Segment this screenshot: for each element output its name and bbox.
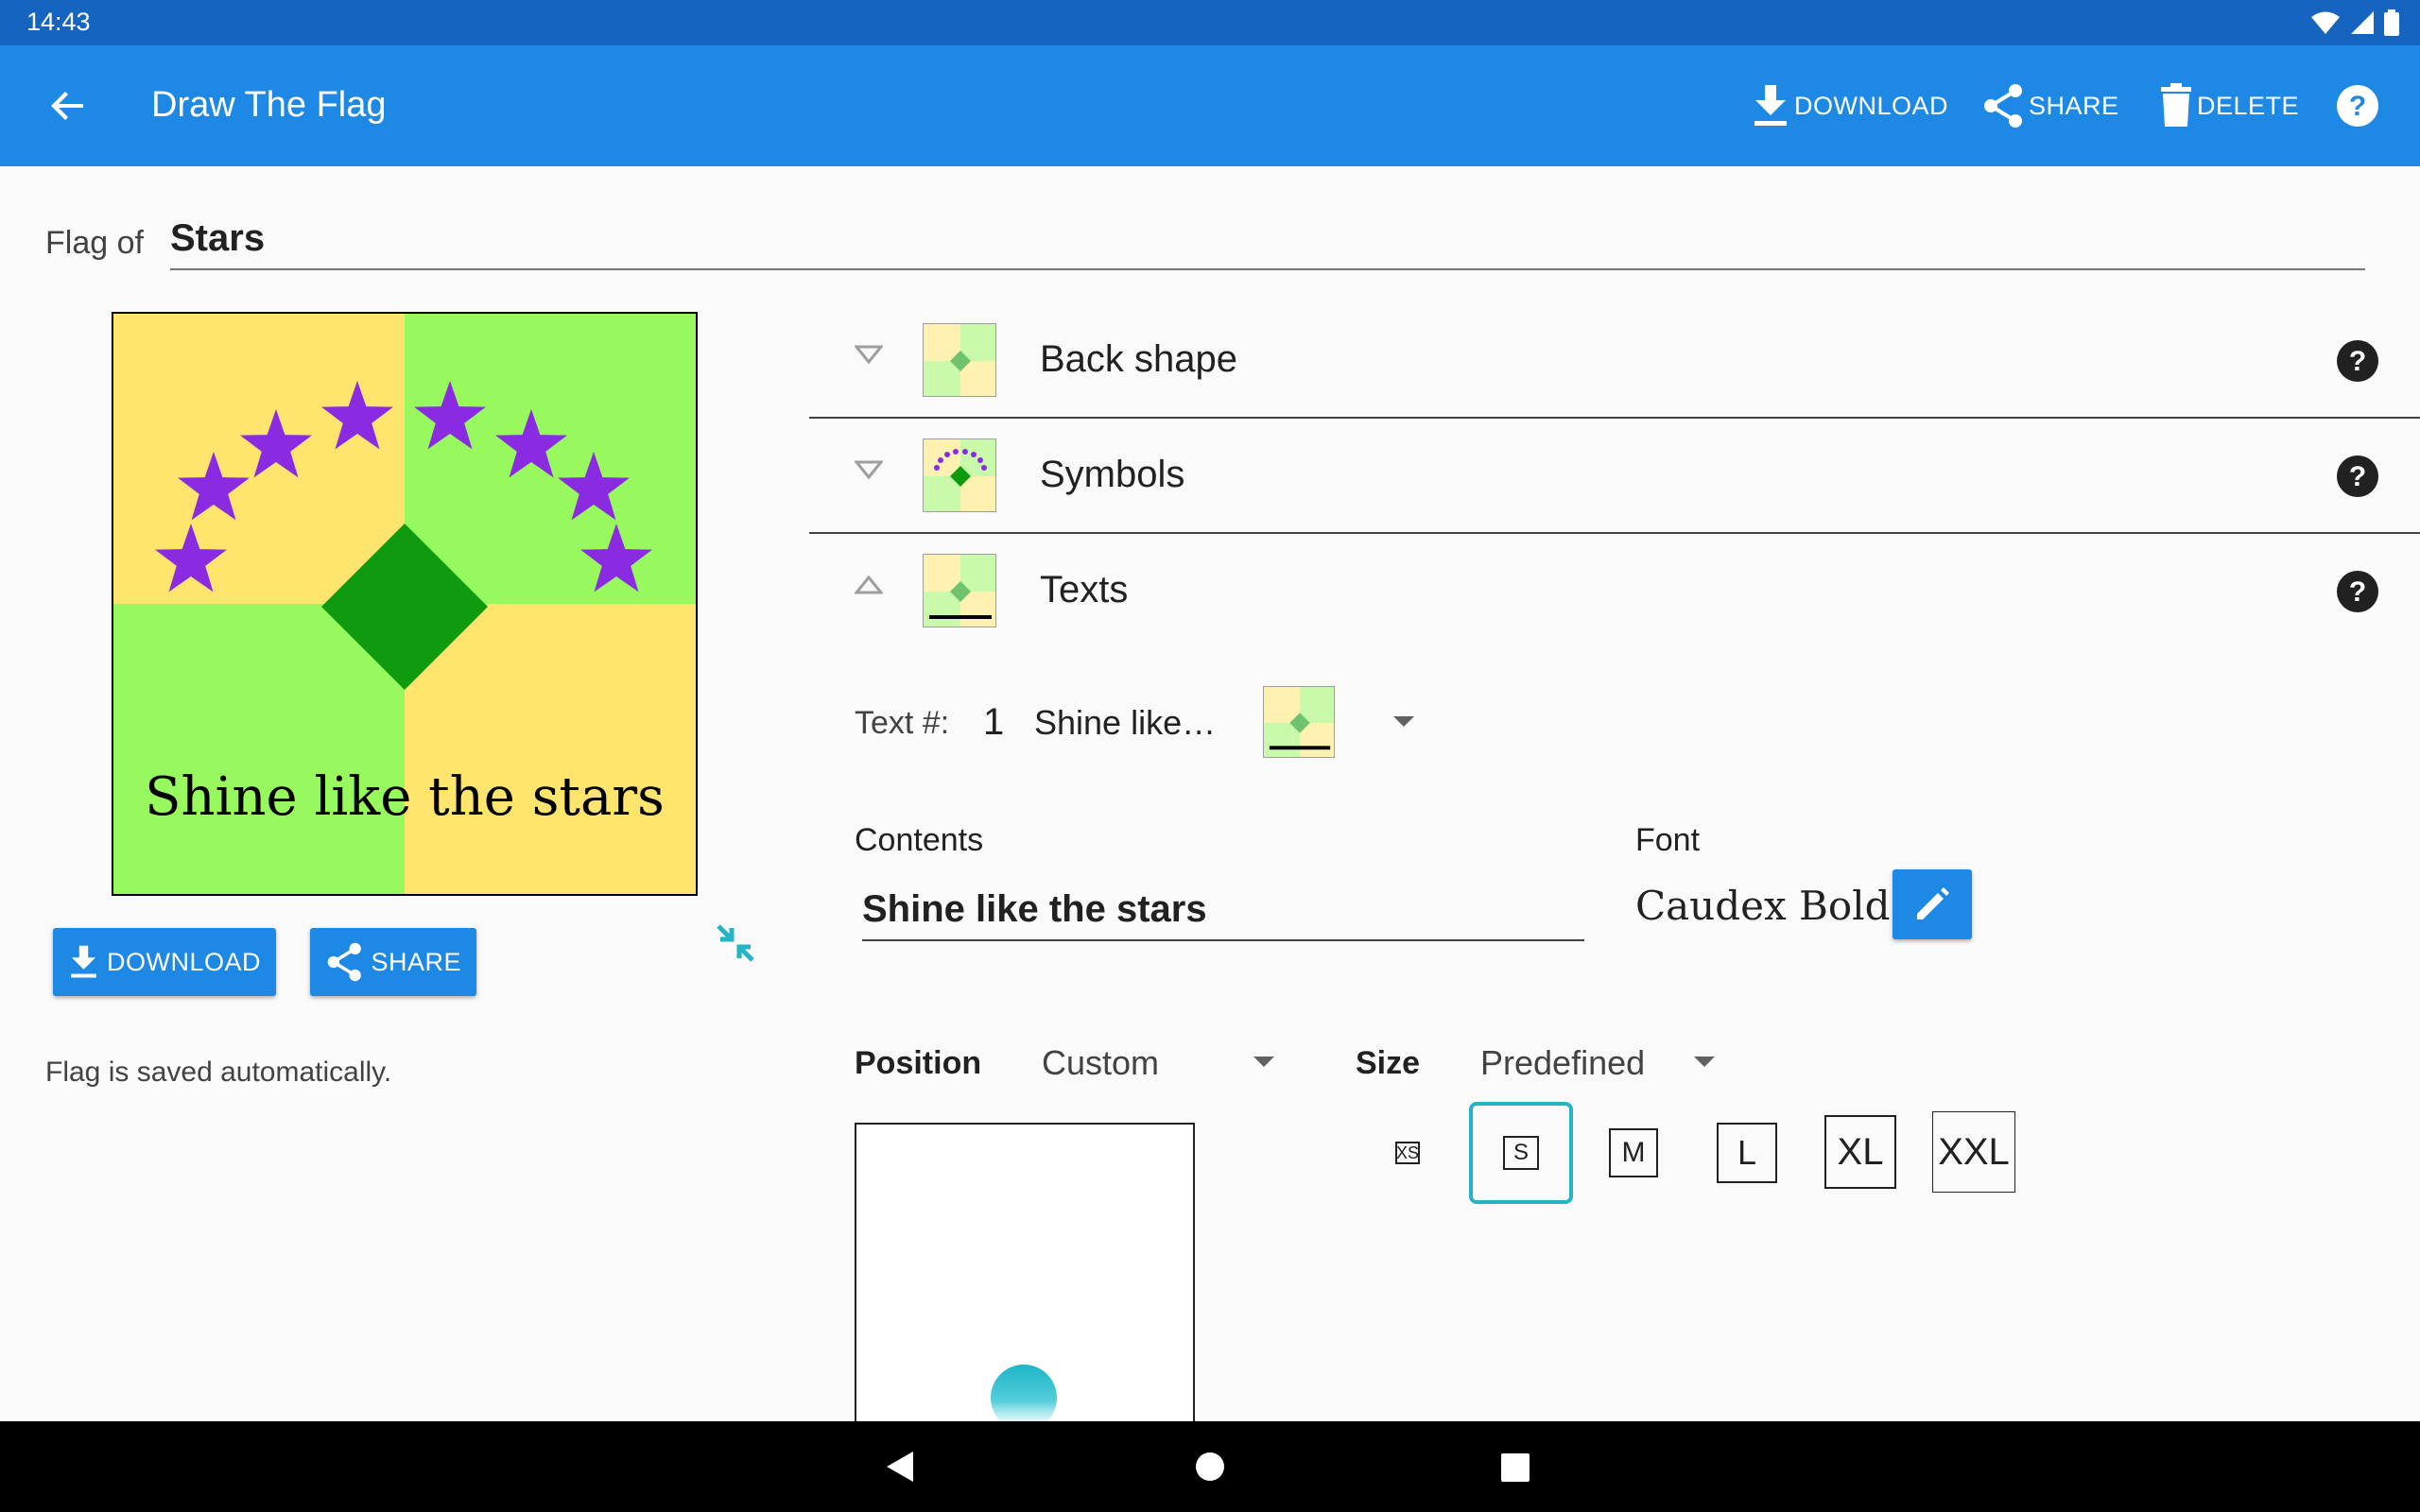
position-picker[interactable] — [855, 1123, 1195, 1425]
nav-home-icon[interactable] — [1195, 1452, 1225, 1482]
size-option-xl[interactable]: XL — [1824, 1115, 1896, 1189]
cellular-signal-icon — [2351, 11, 2374, 34]
navigation-bar — [0, 1421, 2420, 1512]
size-option-label: M — [1621, 1137, 1646, 1168]
position-dropdown[interactable]: Custom — [1042, 1043, 1159, 1083]
download-icon — [1754, 85, 1787, 126]
share-icon — [1984, 84, 2022, 128]
size-option-label: XS — [1396, 1143, 1420, 1162]
flag-name-input[interactable]: Stars — [170, 217, 265, 260]
section-label: Back shape — [1040, 338, 1238, 380]
collapse-preview-icon[interactable] — [715, 922, 756, 964]
delete-action-label: DELETE — [2197, 91, 2300, 120]
autosave-note: Flag is saved automatically. — [45, 1057, 392, 1088]
size-option-m[interactable]: M — [1609, 1128, 1658, 1177]
texts-thumbnail — [923, 554, 996, 627]
size-label: Size — [1356, 1045, 1421, 1081]
size-option-label: XXL — [1938, 1130, 2010, 1173]
section-label: Symbols — [1040, 454, 1185, 495]
preview-share-button[interactable]: SHARE — [310, 928, 476, 996]
size-dropdown-icon[interactable] — [1694, 1057, 1715, 1067]
help-icon[interactable]: ? — [2335, 569, 2380, 614]
section-symbols[interactable]: Symbols ? — [809, 420, 2420, 533]
text-selector[interactable]: Shine like… — [1034, 703, 1216, 743]
section-texts[interactable]: Texts ? — [809, 535, 2420, 648]
preview-download-label: DOWNLOAD — [106, 947, 261, 976]
contents-label: Contents — [855, 822, 984, 858]
svg-text:?: ? — [2349, 346, 2366, 377]
help-icon[interactable]: ? — [2335, 83, 2380, 129]
size-option-s[interactable]: S — [1503, 1136, 1539, 1170]
collapse-triangle-icon — [855, 575, 883, 594]
flag-quadrant-bottom-right — [405, 604, 696, 894]
size-option-label: S — [1512, 1140, 1529, 1165]
svg-text:?: ? — [2349, 461, 2366, 492]
size-option-label: L — [1737, 1133, 1757, 1172]
edit-font-button[interactable] — [1893, 869, 1972, 939]
nav-back-icon[interactable] — [885, 1450, 915, 1484]
status-time: 14:43 — [26, 8, 91, 36]
download-icon — [71, 945, 96, 978]
wifi-icon — [2311, 11, 2340, 34]
flag-name-underline — [170, 268, 2365, 270]
size-dropdown[interactable]: Predefined — [1480, 1043, 1645, 1083]
text-number: 1 — [983, 701, 1005, 743]
text-number-label: Text #: — [855, 705, 950, 741]
symbols-thumbnail — [923, 438, 996, 512]
position-dropdown-icon[interactable] — [1253, 1057, 1274, 1067]
share-action-button[interactable]: SHARE — [1981, 79, 2119, 132]
font-value: Caudex Bold — [1635, 883, 1891, 929]
share-action-label: SHARE — [2029, 91, 2119, 120]
share-icon — [327, 942, 361, 982]
flag-preview: Shine like the stars — [112, 312, 698, 896]
help-icon[interactable]: ? — [2335, 454, 2380, 499]
back-arrow-icon[interactable] — [45, 83, 91, 129]
expand-triangle-icon — [855, 345, 883, 365]
system-icons — [2310, 9, 2399, 36]
section-back-shape[interactable]: Back shape ? — [809, 304, 2420, 418]
download-action-button[interactable]: DOWNLOAD — [1751, 79, 1948, 132]
help-icon[interactable]: ? — [2335, 338, 2380, 384]
flag-quadrant-bottom-left — [113, 604, 405, 894]
trash-icon — [2161, 83, 2191, 127]
app-bar: Draw The Flag DOWNLOAD SHARE DELETE ? — [0, 45, 2420, 166]
delete-action-button[interactable]: DELETE — [2159, 79, 2299, 132]
flag-quadrant-top-right — [405, 314, 696, 604]
flag-text: Shine like the stars — [145, 766, 665, 828]
size-option-label: XL — [1837, 1130, 1884, 1173]
svg-text:?: ? — [2349, 91, 2366, 122]
svg-text:?: ? — [2349, 576, 2366, 608]
pencil-icon — [1917, 887, 1949, 919]
app-title: Draw The Flag — [151, 85, 387, 125]
preview-share-label: SHARE — [371, 947, 461, 976]
font-label: Font — [1635, 822, 1701, 858]
back-shape-thumbnail — [923, 323, 996, 397]
contents-input[interactable]: Shine like the stars — [862, 888, 1207, 931]
nav-recents-icon[interactable] — [1501, 1453, 1530, 1482]
flag-canvas: Shine like the stars — [113, 314, 696, 894]
section-divider — [809, 417, 2420, 419]
position-label: Position — [855, 1045, 982, 1081]
size-option-xs[interactable]: XS — [1395, 1142, 1420, 1164]
contents-underline — [862, 939, 1584, 941]
size-option-xxl[interactable]: XXL — [1932, 1111, 2015, 1193]
section-divider — [809, 532, 2420, 534]
size-option-l[interactable]: L — [1717, 1123, 1777, 1183]
expand-triangle-icon — [855, 460, 883, 480]
preview-download-button[interactable]: DOWNLOAD — [53, 928, 276, 996]
flag-quadrant-top-left — [113, 314, 405, 604]
text-selector-dropdown-icon[interactable] — [1393, 716, 1414, 727]
download-action-label: DOWNLOAD — [1794, 91, 1949, 120]
battery-icon — [2384, 9, 2399, 36]
flag-of-label: Flag of — [45, 225, 144, 261]
status-bar: 14:43 — [0, 0, 2420, 45]
section-label: Texts — [1040, 569, 1129, 610]
text-selector-thumbnail — [1263, 686, 1335, 758]
